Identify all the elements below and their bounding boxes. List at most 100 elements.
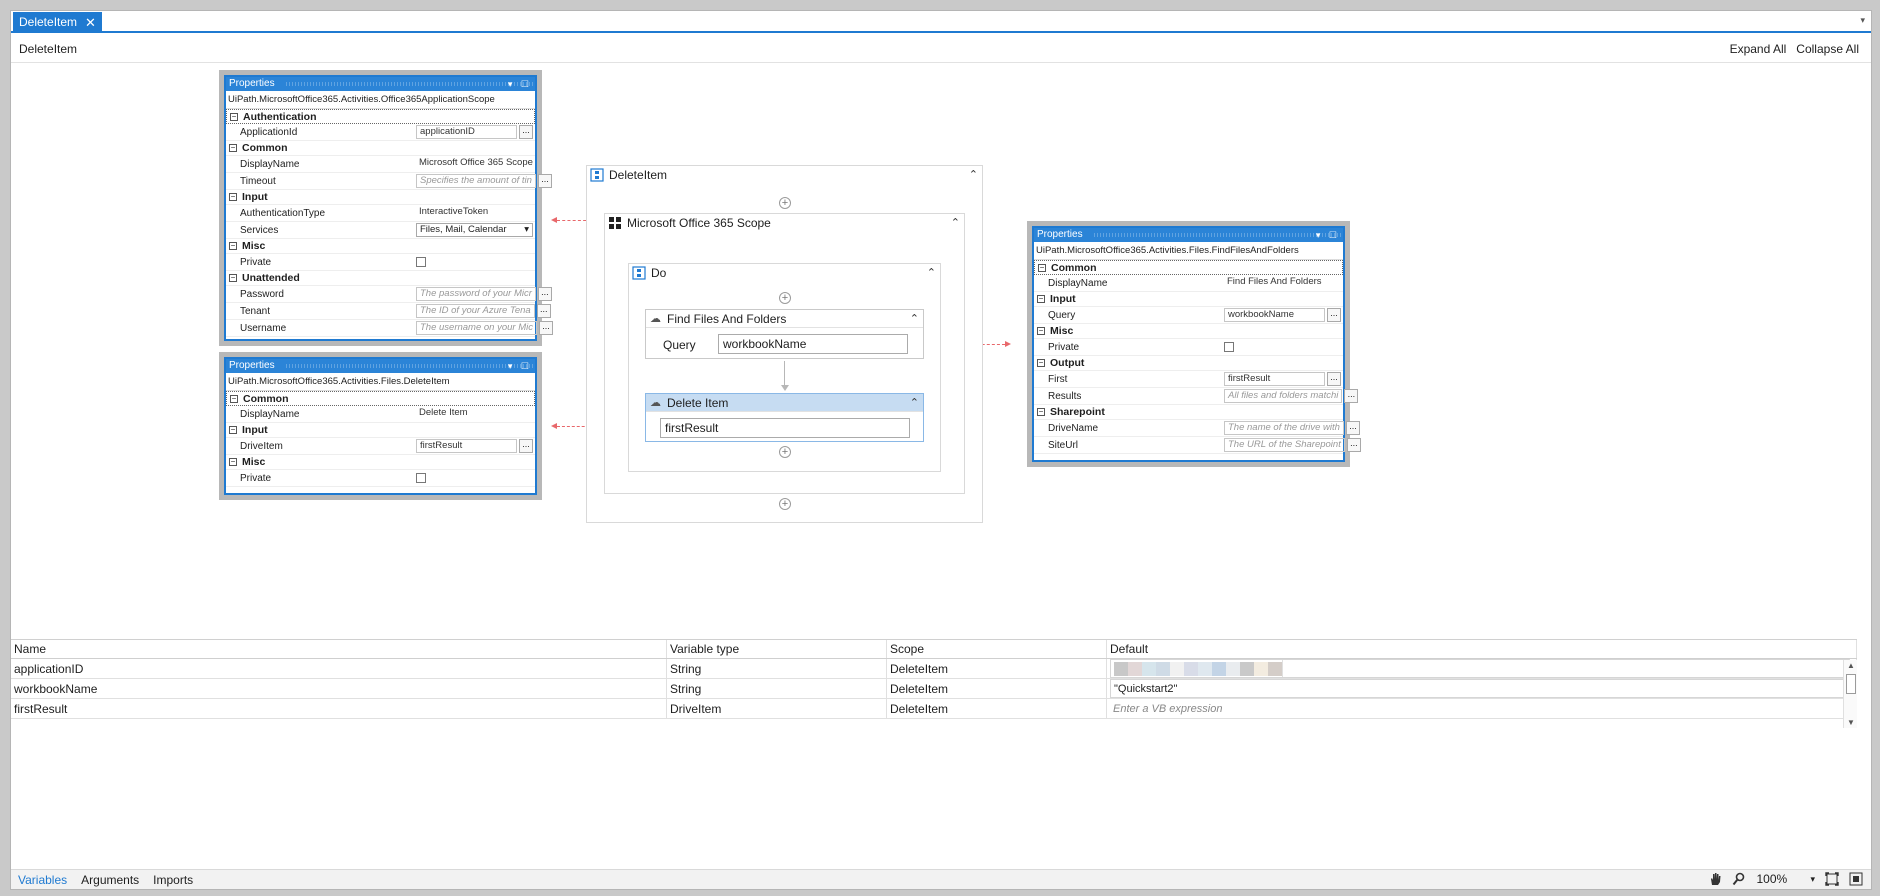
collapse-box-icon[interactable]: − [1037, 408, 1045, 416]
find-files-header[interactable]: ☁ Find Files And Folders ⌃ [646, 310, 923, 328]
zoom-level[interactable]: 100% [1756, 872, 1804, 886]
property-category[interactable]: − Input [1034, 292, 1343, 307]
search-icon[interactable] [1732, 872, 1746, 886]
drive-item-field[interactable]: firstResult [660, 418, 910, 438]
collapse-box-icon[interactable]: − [229, 193, 237, 201]
property-category[interactable]: − Misc [1034, 324, 1343, 339]
expression-editor-button[interactable]: ... [1345, 421, 1360, 435]
collapse-box-icon[interactable]: − [1038, 263, 1046, 272]
scroll-up-icon[interactable]: ▲ [1847, 661, 1855, 670]
expression-editor-button[interactable]: ... [1344, 389, 1359, 403]
property-value-input[interactable]: Specifies the amount of tin [416, 174, 536, 188]
expression-editor-button[interactable]: ... [519, 125, 533, 139]
default-value-input[interactable]: "Quickstart2" [1110, 679, 1850, 698]
property-category[interactable]: − Output [1034, 356, 1343, 371]
expression-editor-button[interactable]: ... [536, 304, 551, 318]
scroll-down-icon[interactable]: ▼ [1847, 718, 1855, 727]
fit-screen-icon[interactable] [1825, 872, 1839, 886]
col-type-header[interactable]: Variable type [667, 640, 887, 658]
property-category[interactable]: − Common [226, 141, 535, 156]
do-header[interactable]: Do ⌃ [629, 264, 940, 282]
property-value-input[interactable]: firstResult [1224, 372, 1325, 386]
variable-row[interactable]: applicationID String DeleteItem [11, 659, 1857, 679]
private-checkbox[interactable] [416, 473, 426, 483]
default-value-input[interactable] [1110, 659, 1850, 678]
variable-row[interactable]: firstResult DriveItem DeleteItem Enter a VB… [11, 699, 1857, 719]
add-activity-icon[interactable]: + [779, 446, 791, 458]
property-value-input[interactable]: Find Files And Folders [1224, 276, 1341, 290]
scroll-thumb[interactable] [1846, 674, 1856, 694]
property-category[interactable]: − Input [226, 190, 535, 205]
collapse-icon[interactable]: ⌃ [910, 312, 919, 325]
overview-icon[interactable] [1849, 872, 1863, 886]
add-activity-icon[interactable]: + [779, 197, 791, 209]
add-activity-icon[interactable]: + [779, 498, 791, 510]
variable-name[interactable]: applicationID [11, 659, 667, 678]
collapse-box-icon[interactable]: − [229, 426, 237, 434]
close-tab-icon[interactable]: ✕ [85, 12, 96, 33]
services-select[interactable]: Files, Mail, Calendar ▾ [416, 223, 533, 237]
collapse-icon[interactable]: ⌃ [969, 168, 978, 181]
variable-row[interactable]: workbookName String DeleteItem "Quickstart2… [11, 679, 1857, 699]
do-sequence[interactable]: Do ⌃ + ☁ Find Files And Folders ⌃ Query … [628, 263, 941, 472]
collapse-box-icon[interactable]: − [1037, 327, 1045, 335]
tab-arguments[interactable]: Arguments [74, 873, 146, 887]
variable-scope[interactable]: DeleteItem [887, 659, 1107, 678]
zoom-dropdown-icon[interactable]: ▾ [1810, 874, 1815, 885]
property-value-input[interactable]: All files and folders matchi [1224, 389, 1343, 403]
variable-name[interactable]: firstResult [11, 699, 667, 718]
expression-editor-button[interactable]: ... [537, 174, 552, 188]
collapse-box-icon[interactable]: − [1037, 295, 1045, 303]
variable-type[interactable]: String [667, 659, 887, 678]
variables-scrollbar[interactable]: ▲ ▼ [1843, 660, 1857, 728]
expression-editor-button[interactable]: ... [537, 287, 552, 301]
properties-title-bar[interactable]: Properties ▾ ☐ [1034, 228, 1343, 242]
property-value-input[interactable]: workbookName [1224, 308, 1325, 322]
properties-title-bar[interactable]: Properties ▾ ☐ [226, 77, 535, 91]
expression-editor-button[interactable]: ... [1327, 308, 1341, 322]
private-checkbox[interactable] [416, 257, 426, 267]
chevron-down-icon[interactable]: ▾ [524, 224, 529, 236]
sequence-header[interactable]: DeleteItem ⌃ [587, 166, 982, 184]
col-default-header[interactable]: Default [1107, 640, 1857, 658]
property-category[interactable]: − Misc [226, 455, 535, 470]
office365-scope[interactable]: Microsoft Office 365 Scope ⌃ Do ⌃ + ☁ Fi [604, 213, 965, 494]
default-value-input[interactable]: Enter a VB expression [1110, 699, 1850, 718]
property-value-input[interactable]: The name of the drive with [1224, 421, 1344, 435]
property-value-input[interactable]: firstResult [416, 439, 517, 453]
expand-all-link[interactable]: Expand All [1730, 42, 1787, 56]
pin-and-maximize-icon[interactable]: ▾ ☐ [508, 77, 532, 91]
expression-editor-button[interactable]: ... [539, 321, 553, 335]
property-value-input[interactable]: Microsoft Office 365 Scope [416, 157, 536, 171]
expression-editor-button[interactable]: ... [519, 439, 533, 453]
property-category[interactable]: − Misc [226, 239, 535, 254]
property-value-input[interactable]: The password of your Micr [416, 287, 536, 301]
delete-item-header[interactable]: ☁ Delete Item ⌃ [646, 394, 923, 412]
collapse-box-icon[interactable]: − [229, 242, 237, 250]
property-category[interactable]: − Sharepoint [1034, 405, 1343, 420]
property-value-input[interactable]: Delete Item [416, 407, 533, 421]
property-category[interactable]: − Common [1034, 260, 1343, 275]
query-field[interactable]: workbookName [718, 334, 908, 354]
document-tab-label[interactable]: DeleteItem [19, 12, 77, 33]
collapse-box-icon[interactable]: − [230, 112, 238, 121]
variable-name[interactable]: workbookName [11, 679, 667, 698]
property-value-input[interactable]: The URL of the Sharepoint [1224, 438, 1345, 452]
hand-icon[interactable] [1708, 872, 1722, 886]
expression-editor-button[interactable]: ... [1327, 372, 1341, 386]
property-category[interactable]: − Common [226, 391, 535, 406]
collapse-box-icon[interactable]: − [229, 144, 237, 152]
document-tab[interactable]: DeleteItem ✕ [13, 12, 102, 33]
delete-item-activity[interactable]: ☁ Delete Item ⌃ firstResult [645, 393, 924, 442]
collapse-box-icon[interactable]: − [229, 458, 237, 466]
tab-dropdown-icon[interactable]: ▾ [1860, 15, 1865, 26]
property-value-input[interactable]: InteractiveToken [416, 206, 533, 220]
add-activity-icon[interactable]: + [779, 292, 791, 304]
find-files-activity[interactable]: ☁ Find Files And Folders ⌃ Query workboo… [645, 309, 924, 359]
pin-and-maximize-icon[interactable]: ▾ ☐ [1316, 228, 1340, 242]
breadcrumb[interactable]: DeleteItem [19, 42, 77, 56]
property-category[interactable]: − Unattended [226, 271, 535, 286]
tab-imports[interactable]: Imports [146, 873, 200, 887]
variable-type[interactable]: DriveItem [667, 699, 887, 718]
variable-scope[interactable]: DeleteItem [887, 679, 1107, 698]
